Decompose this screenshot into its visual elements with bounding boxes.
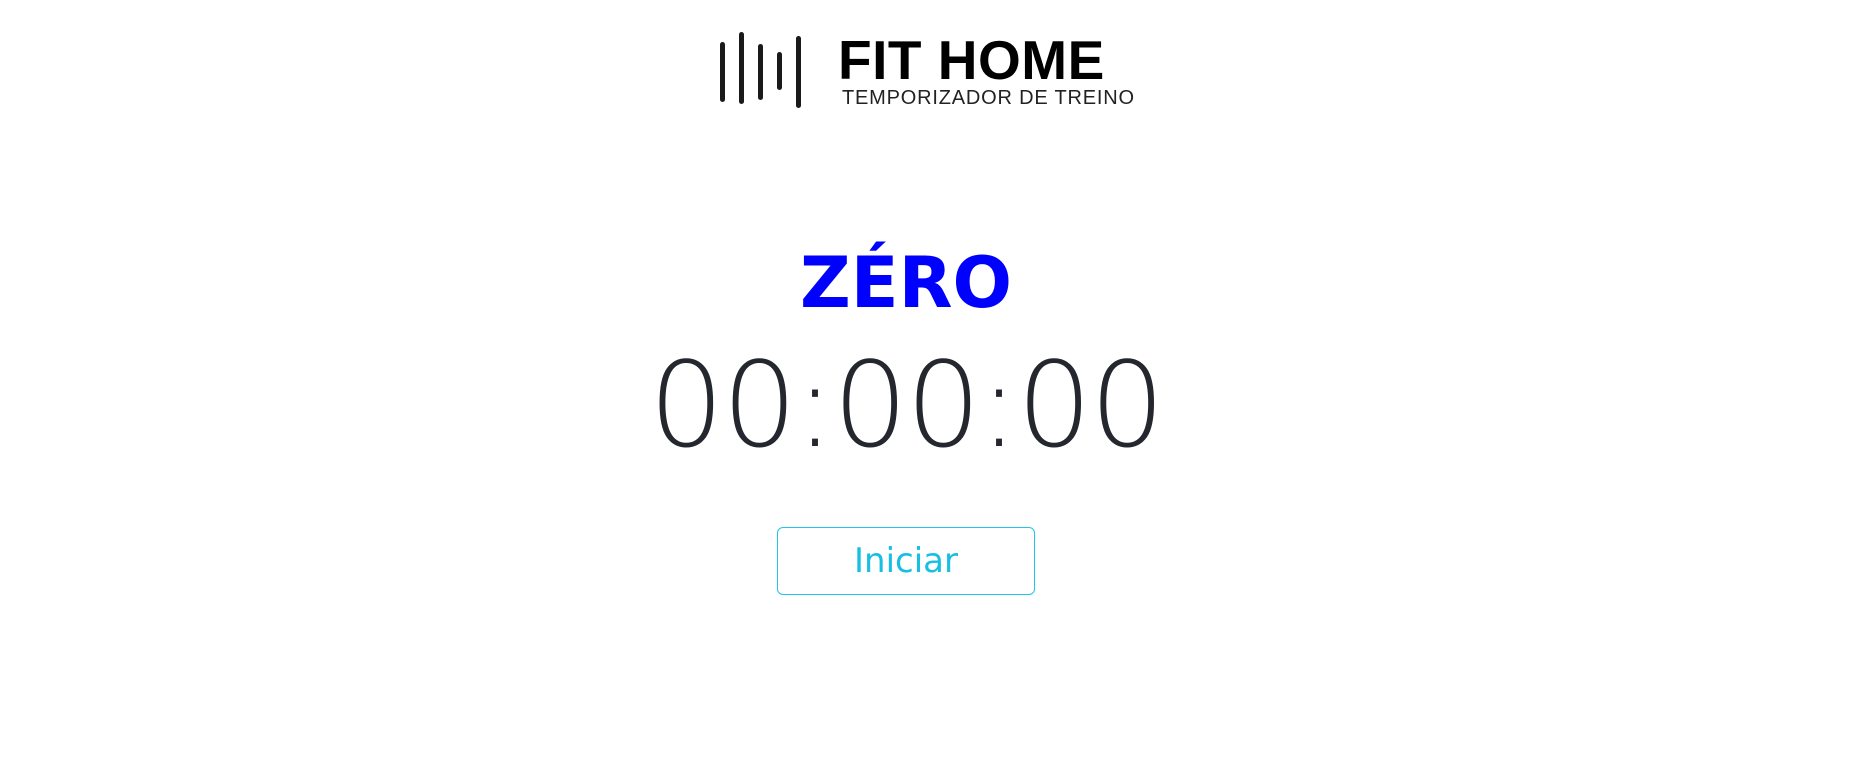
timer-display: 00:00:00 [649,336,1165,474]
brand-subtitle: TEMPORIZADOR DE TREINO [842,87,1135,109]
brand-logo: FIT HOME TEMPORIZADOR DE TREINO [720,29,1134,110]
sound-wave-bars-icon [720,32,801,108]
timer-mode-label: ZÉRO [800,242,1012,324]
timer-page: FIT HOME TEMPORIZADOR DE TREINO ZÉRO 00:… [0,0,1852,781]
brand-title: FIT HOME [838,29,1105,91]
start-button[interactable]: Iniciar [777,527,1035,595]
